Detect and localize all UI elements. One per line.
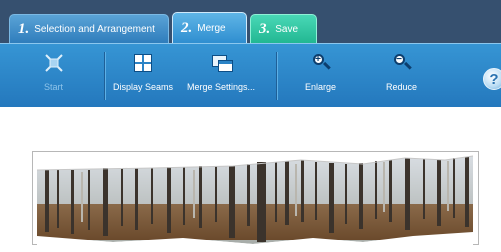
toolbar-divider bbox=[104, 52, 105, 100]
display-seams-button[interactable]: Display Seams bbox=[113, 50, 173, 102]
tab-bar: 1. Selection and Arrangement 2. Merge 3.… bbox=[0, 0, 501, 43]
tab-label: Selection and Arrangement bbox=[34, 23, 155, 35]
tab-label: Save bbox=[275, 23, 299, 35]
help-icon[interactable]: ? bbox=[483, 68, 501, 90]
tab-number: 2. bbox=[181, 19, 193, 36]
tab-selection-and-arrangement[interactable]: 1. Selection and Arrangement bbox=[9, 14, 169, 43]
tab-number: 3. bbox=[259, 20, 271, 37]
enlarge-label: Enlarge bbox=[305, 82, 337, 92]
display-seams-icon bbox=[134, 54, 153, 72]
enlarge-button[interactable]: + Enlarge bbox=[305, 50, 336, 102]
merge-settings-label: Merge Settings... bbox=[187, 82, 256, 92]
panorama-image bbox=[36, 152, 474, 246]
start-label: Start bbox=[44, 82, 64, 92]
zoom-out-icon: − bbox=[393, 54, 412, 72]
zoom-in-icon: + bbox=[312, 54, 331, 72]
toolbar: Start Display Seams Merge Settings... + … bbox=[0, 43, 501, 107]
tab-number: 1. bbox=[18, 20, 30, 37]
tab-save[interactable]: 3. Save bbox=[250, 14, 317, 43]
tab-label: Merge bbox=[197, 22, 226, 34]
toolbar-divider bbox=[276, 52, 277, 100]
start-button[interactable]: Start bbox=[44, 50, 63, 102]
panorama-preview[interactable] bbox=[32, 151, 479, 246]
merge-settings-button[interactable]: Merge Settings... bbox=[187, 50, 255, 102]
reduce-button[interactable]: − Reduce bbox=[386, 50, 417, 102]
start-icon bbox=[44, 54, 63, 72]
reduce-label: Reduce bbox=[386, 82, 418, 92]
tab-merge[interactable]: 2. Merge bbox=[172, 12, 247, 43]
merge-settings-icon bbox=[212, 54, 234, 72]
display-seams-label: Display Seams bbox=[113, 82, 174, 92]
